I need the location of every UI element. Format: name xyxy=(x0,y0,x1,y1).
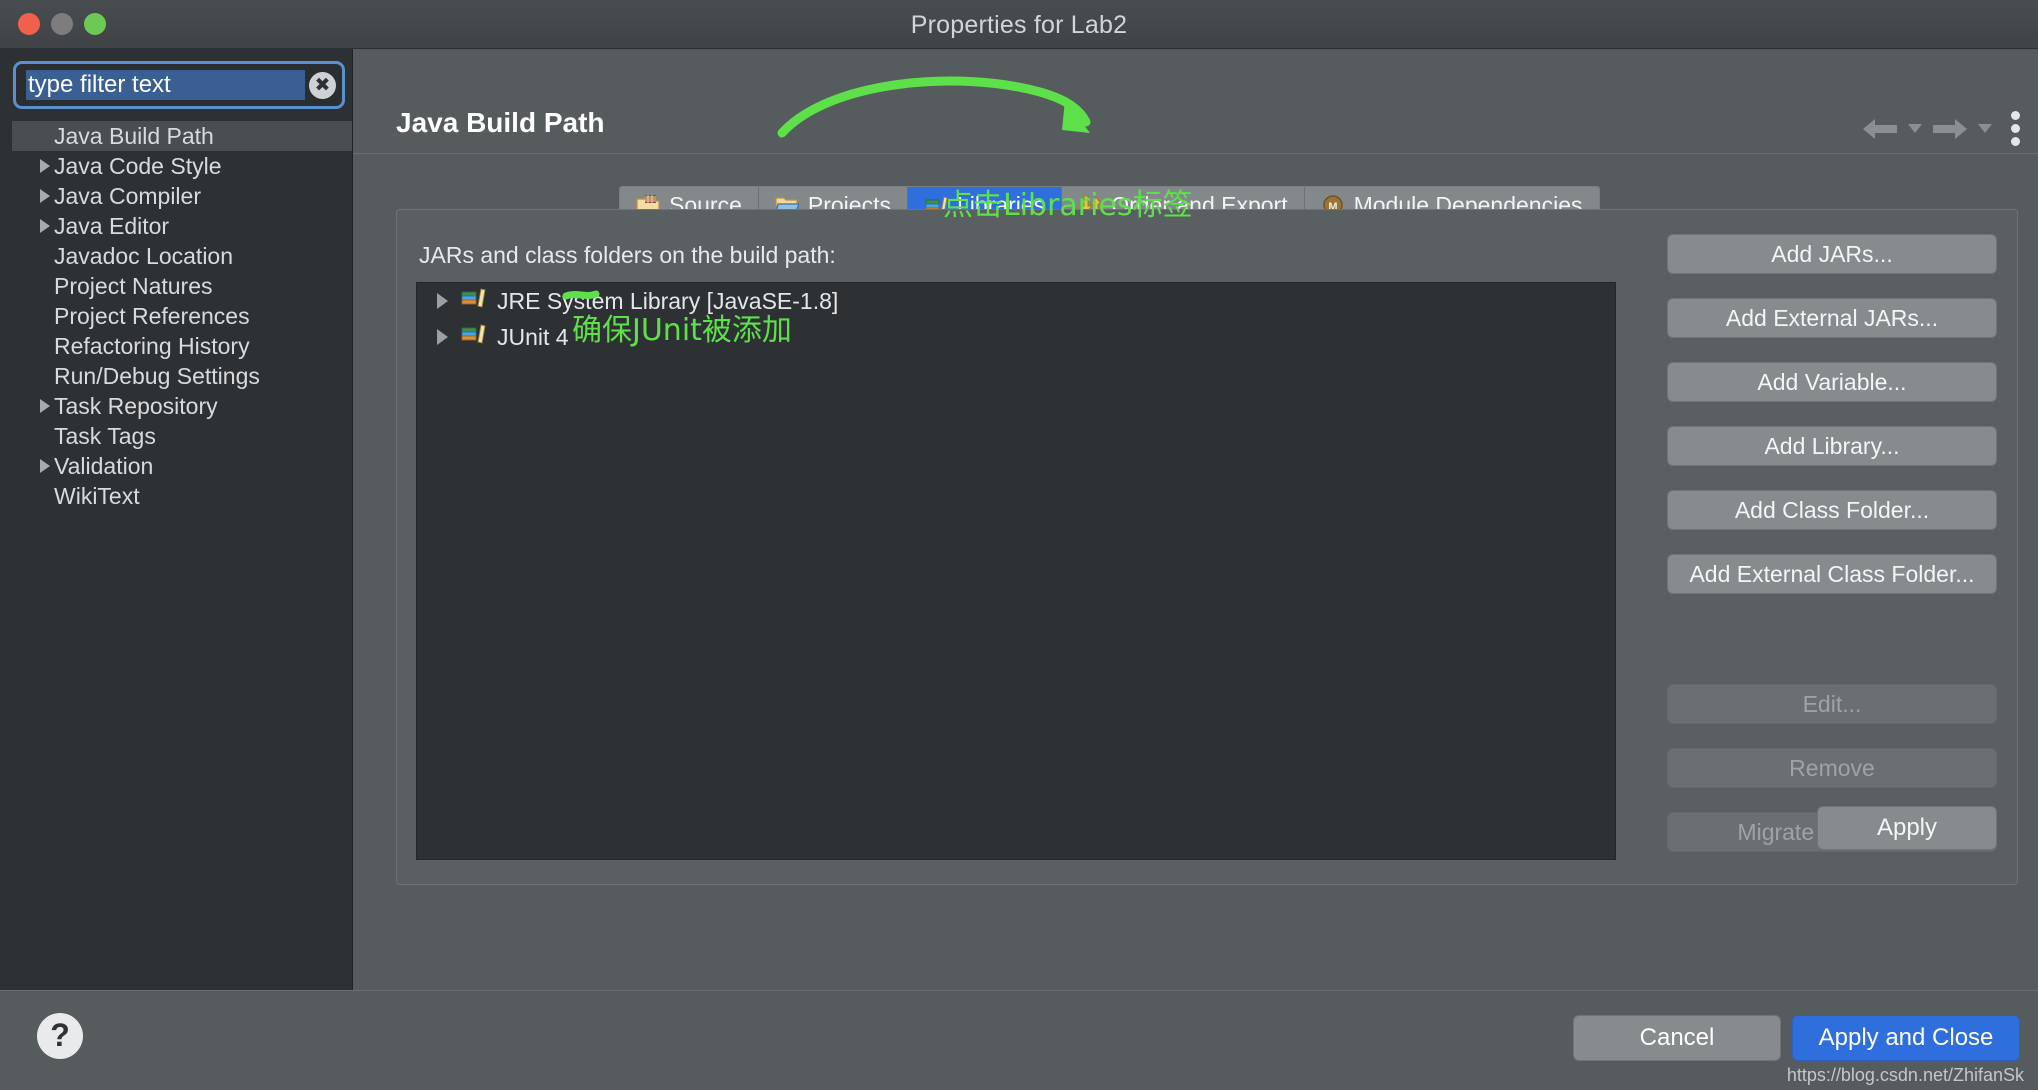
libraries-books-icon xyxy=(460,322,497,352)
window-title: Properties for Lab2 xyxy=(910,11,1128,39)
add-variable-button[interactable]: Add Variable... xyxy=(1667,362,1997,402)
page-nav-toolbar xyxy=(1861,111,2020,146)
properties-dialog: Properties for Lab2 type filter text ✖ J… xyxy=(0,0,2038,1090)
remove-button: Remove xyxy=(1667,748,1997,788)
sidebar-item-label: Refactoring History xyxy=(54,332,250,359)
sidebar-item-label: Project References xyxy=(54,302,250,329)
header-divider xyxy=(354,153,2038,154)
back-chevron-down-icon[interactable] xyxy=(1908,124,1922,133)
sidebar-item-java-compiler[interactable]: Java Compiler xyxy=(12,181,352,211)
settings-sidebar: type filter text ✖ Java Build Path Java C… xyxy=(0,49,353,990)
sidebar-item-label: Java Editor xyxy=(54,212,170,239)
sidebar-item-label: Javadoc Location xyxy=(54,242,234,269)
expand-triangle-icon[interactable] xyxy=(40,159,50,173)
build-path-list[interactable]: JRE System Library [JavaSE-1.8] JUnit 4 xyxy=(416,282,1616,860)
help-question-icon[interactable]: ? xyxy=(37,1013,83,1059)
clear-filter-icon[interactable]: ✖ xyxy=(309,71,336,99)
settings-tree: Java Build Path Java Code Style Java Compi… xyxy=(12,121,352,511)
sidebar-item-javadoc-location[interactable]: Javadoc Location xyxy=(12,241,352,271)
sidebar-item-label: Task Repository xyxy=(54,392,218,419)
sidebar-item-wikitext[interactable]: WikiText xyxy=(12,481,352,511)
sidebar-item-label: Java Build Path xyxy=(54,122,214,149)
watermark-url: https://blog.csdn.net/ZhifanSk xyxy=(1786,1065,2024,1085)
sidebar-item-label: Java Compiler xyxy=(54,182,201,209)
sidebar-item-java-build-path[interactable]: Java Build Path xyxy=(12,121,352,151)
sidebar-item-validation[interactable]: Validation xyxy=(12,451,352,481)
add-external-jars-button[interactable]: Add External JARs... xyxy=(1667,298,1997,338)
add-library-button[interactable]: Add Library... xyxy=(1667,426,1997,466)
sidebar-item-task-repository[interactable]: Task Repository xyxy=(12,391,352,421)
sidebar-item-run-debug-settings[interactable]: Run/Debug Settings xyxy=(12,361,352,391)
sidebar-item-project-references[interactable]: Project References xyxy=(12,301,352,331)
sidebar-item-label: Project Natures xyxy=(54,272,213,299)
action-button-column: Add JARs... Add External JARs... Add Varia… xyxy=(1667,234,1997,876)
panel-label: JARs and class folders on the build path… xyxy=(419,242,836,268)
annotation-ensure-junit: 确保JUnit被添加 xyxy=(572,313,792,348)
expand-triangle-icon[interactable] xyxy=(40,189,50,203)
forward-arrow-icon[interactable] xyxy=(1931,116,1969,142)
add-class-folder-button[interactable]: Add Class Folder... xyxy=(1667,490,1997,530)
sidebar-item-java-editor[interactable]: Java Editor xyxy=(12,211,352,241)
cancel-button[interactable]: Cancel xyxy=(1573,1015,1781,1061)
expand-triangle-icon[interactable] xyxy=(40,219,50,233)
expand-triangle-icon[interactable] xyxy=(437,329,448,345)
sidebar-item-label: Task Tags xyxy=(54,422,156,449)
vertical-dots-menu-icon[interactable] xyxy=(2011,111,2020,146)
sidebar-item-label: Java Code Style xyxy=(54,152,222,179)
content-area: Java Build Path Source Projects Libraries O… xyxy=(354,49,2038,990)
apply-button[interactable]: Apply xyxy=(1817,806,1997,850)
add-jars-button[interactable]: Add JARs... xyxy=(1667,234,1997,274)
add-external-class-folder-button[interactable]: Add External Class Folder... xyxy=(1667,554,1997,594)
sidebar-item-java-code-style[interactable]: Java Code Style xyxy=(12,151,352,181)
entry-label: JUnit 4 xyxy=(497,323,569,350)
expand-triangle-icon[interactable] xyxy=(437,293,448,309)
sidebar-item-task-tags[interactable]: Task Tags xyxy=(12,421,352,451)
filter-input-wrapper[interactable]: type filter text ✖ xyxy=(13,61,345,109)
page-title: Java Build Path xyxy=(396,107,605,138)
sidebar-item-label: Validation xyxy=(54,452,154,479)
dialog-footer: ? Cancel Apply and Close https://blog.cs… xyxy=(0,990,2038,1090)
sidebar-item-label: Run/Debug Settings xyxy=(54,362,260,389)
expand-triangle-icon[interactable] xyxy=(40,459,50,473)
sidebar-item-project-natures[interactable]: Project Natures xyxy=(12,271,352,301)
back-arrow-icon[interactable] xyxy=(1861,116,1899,142)
sidebar-item-refactoring-history[interactable]: Refactoring History xyxy=(12,331,352,361)
apply-and-close-button[interactable]: Apply and Close xyxy=(1792,1015,2020,1061)
sidebar-item-label: WikiText xyxy=(54,482,140,509)
expand-triangle-icon[interactable] xyxy=(40,399,50,413)
apply-bar: Apply xyxy=(397,796,2017,884)
annotation-click-libraries: 点击Libraries标签 xyxy=(943,188,1193,223)
libraries-books-icon xyxy=(460,286,497,316)
window-titlebar: Properties for Lab2 xyxy=(0,0,2038,49)
edit-button: Edit... xyxy=(1667,684,1997,724)
forward-chevron-down-icon[interactable] xyxy=(1978,124,1992,133)
filter-input[interactable]: type filter text xyxy=(26,70,305,100)
